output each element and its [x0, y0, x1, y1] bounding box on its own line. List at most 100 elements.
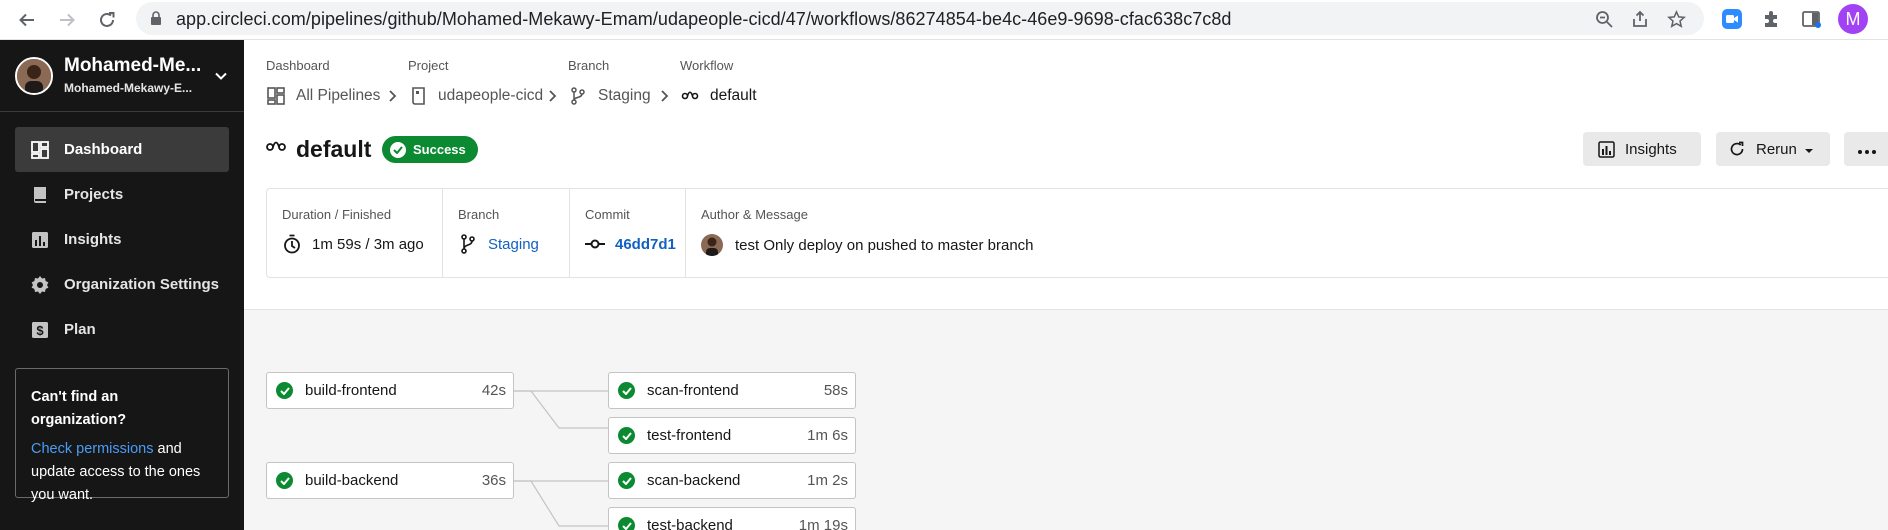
- breadcrumb-value: udapeople-cicd: [438, 87, 544, 104]
- chevron-down-icon[interactable]: [214, 68, 228, 86]
- workflow-header: Dashboard All Pipelines Project udapeopl…: [244, 40, 1888, 310]
- author-label: Author & Message: [701, 207, 808, 222]
- rerun-icon: [1728, 140, 1746, 158]
- commit-message: test Only deploy on pushed to master bra…: [735, 236, 1034, 254]
- author-message: test Only deploy on pushed to master bra…: [701, 234, 1034, 256]
- job-name: test-frontend: [647, 427, 732, 444]
- check-circle-icon: [390, 141, 406, 158]
- branch-icon: [568, 86, 588, 106]
- workflow-icon: [266, 139, 286, 160]
- url-text[interactable]: app.circleci.com/pipelines/github/Mohame…: [176, 9, 1231, 30]
- job-duration: 1m 2s: [807, 472, 848, 489]
- back-arrow-icon[interactable]: [12, 5, 42, 35]
- branch-label: Branch: [458, 207, 500, 222]
- reload-icon[interactable]: [92, 5, 122, 35]
- duration-label: Duration / Finished: [282, 207, 392, 222]
- sidebar-item-label: Dashboard: [64, 141, 143, 158]
- success-check-icon: [618, 382, 635, 399]
- sidebar-item-dashboard[interactable]: Dashboard: [15, 127, 229, 172]
- job-name: test-backend: [647, 517, 733, 530]
- sidebar-item-label: Organization Settings: [64, 276, 220, 293]
- project-link[interactable]: udapeople-cicd: [408, 86, 543, 106]
- branch-value-link[interactable]: Staging: [458, 234, 539, 254]
- sidebar-item-projects[interactable]: Projects: [15, 172, 229, 217]
- job-duration: 36s: [481, 472, 506, 489]
- workflow-graph: build-frontend 42s scan-frontend 58s tes…: [244, 310, 1888, 530]
- job-test-backend[interactable]: test-backend 1m 19s: [608, 507, 856, 530]
- breadcrumb-workflow: Workflow default: [680, 58, 757, 106]
- bookmark-star-icon[interactable]: [1665, 8, 1687, 30]
- org-switcher[interactable]: Mohamed-Me... Mohamed-Mekawy-E...: [0, 40, 244, 112]
- job-scan-frontend[interactable]: scan-frontend 58s: [608, 372, 856, 409]
- page-title: default: [266, 136, 371, 163]
- rerun-label: Rerun: [1756, 140, 1797, 158]
- sidebar-item-plan[interactable]: $ Plan: [15, 307, 229, 352]
- org-help-card: Can't find an organization? Check permis…: [15, 368, 229, 503]
- sidebar-item-label: Plan: [64, 321, 96, 338]
- insights-button[interactable]: Insights: [1583, 132, 1701, 166]
- duration-text: 1m 59s / 3m ago: [312, 235, 424, 253]
- dollar-icon: $: [30, 320, 50, 340]
- job-duration: 1m 19s: [798, 517, 848, 530]
- side-panel-icon[interactable]: [1799, 7, 1823, 31]
- ellipsis-icon: [1858, 141, 1876, 158]
- breadcrumb-value: All Pipelines: [296, 87, 381, 104]
- job-name: scan-backend: [647, 472, 741, 489]
- more-options-button[interactable]: [1844, 132, 1888, 166]
- job-duration: 1m 6s: [807, 427, 848, 444]
- zoom-icon[interactable]: [1593, 8, 1615, 30]
- job-build-backend[interactable]: build-backend 36s: [266, 462, 514, 499]
- branch-column: Branch Staging: [442, 189, 569, 277]
- share-icon[interactable]: [1629, 8, 1651, 30]
- success-check-icon: [618, 517, 635, 530]
- sidebar-item-label: Projects: [64, 186, 124, 203]
- job-scan-backend[interactable]: scan-backend 1m 2s: [608, 462, 856, 499]
- breadcrumb-label: Dashboard: [266, 58, 330, 73]
- chevron-right-icon: [388, 89, 398, 108]
- job-test-frontend[interactable]: test-frontend 1m 6s: [608, 417, 856, 454]
- job-duration: 42s: [481, 382, 506, 399]
- org-name: Mohamed-Me...: [64, 55, 202, 76]
- commit-hash: 46dd7d1: [615, 235, 676, 253]
- breadcrumb-label: Workflow: [680, 58, 734, 73]
- extensions-puzzle-icon[interactable]: [1760, 7, 1784, 31]
- job-name: build-backend: [305, 472, 399, 489]
- org-help-text: Check permissions and update access to t…: [31, 438, 213, 507]
- breadcrumb-value: Staging: [598, 87, 651, 104]
- branch-text: Staging: [488, 235, 539, 253]
- commit-link[interactable]: 46dd7d1: [585, 234, 676, 254]
- job-duration: 58s: [823, 382, 848, 399]
- dashboard-icon: [30, 140, 50, 160]
- svg-text:$: $: [36, 323, 44, 338]
- sidebar-item-insights[interactable]: Insights: [15, 217, 229, 262]
- grid-icon: [266, 86, 286, 106]
- avatar: [15, 57, 53, 95]
- branch-icon: [458, 234, 478, 254]
- forward-arrow-icon[interactable]: [52, 5, 82, 35]
- all-pipelines-link[interactable]: All Pipelines: [266, 86, 380, 106]
- zoom-extension-icon[interactable]: [1720, 7, 1744, 31]
- success-check-icon: [618, 427, 635, 444]
- breadcrumb-label: Project: [408, 58, 449, 73]
- stopwatch-icon: [282, 234, 302, 254]
- workflow-name: default: [296, 136, 372, 162]
- branch-link[interactable]: Staging: [568, 86, 651, 106]
- lock-icon: [150, 11, 162, 31]
- profile-avatar[interactable]: M: [1838, 4, 1868, 34]
- insights-label: Insights: [1625, 140, 1677, 158]
- main-content: Dashboard All Pipelines Project udapeopl…: [244, 40, 1888, 530]
- breadcrumb-value: default: [710, 87, 757, 104]
- commit-column: Commit 46dd7d1: [569, 189, 685, 277]
- breadcrumb-label: Branch: [568, 58, 610, 73]
- duration-column: Duration / Finished 1m 59s / 3m ago: [267, 189, 442, 277]
- rerun-button[interactable]: Rerun: [1716, 132, 1830, 166]
- job-build-frontend[interactable]: build-frontend 42s: [266, 372, 514, 409]
- browser-toolbar: app.circleci.com/pipelines/github/Mohame…: [0, 0, 1888, 40]
- author-column: Author & Message test Only deploy on pus…: [685, 189, 1485, 277]
- check-permissions-link[interactable]: Check permissions: [31, 441, 154, 457]
- job-name: build-frontend: [305, 382, 397, 399]
- workflow-crumb: default: [680, 86, 757, 106]
- sidebar: Mohamed-Me... Mohamed-Mekawy-E... Dashbo…: [0, 40, 244, 530]
- address-bar[interactable]: app.circleci.com/pipelines/github/Mohame…: [136, 2, 1704, 35]
- sidebar-item-organization-settings[interactable]: Organization Settings: [15, 262, 229, 307]
